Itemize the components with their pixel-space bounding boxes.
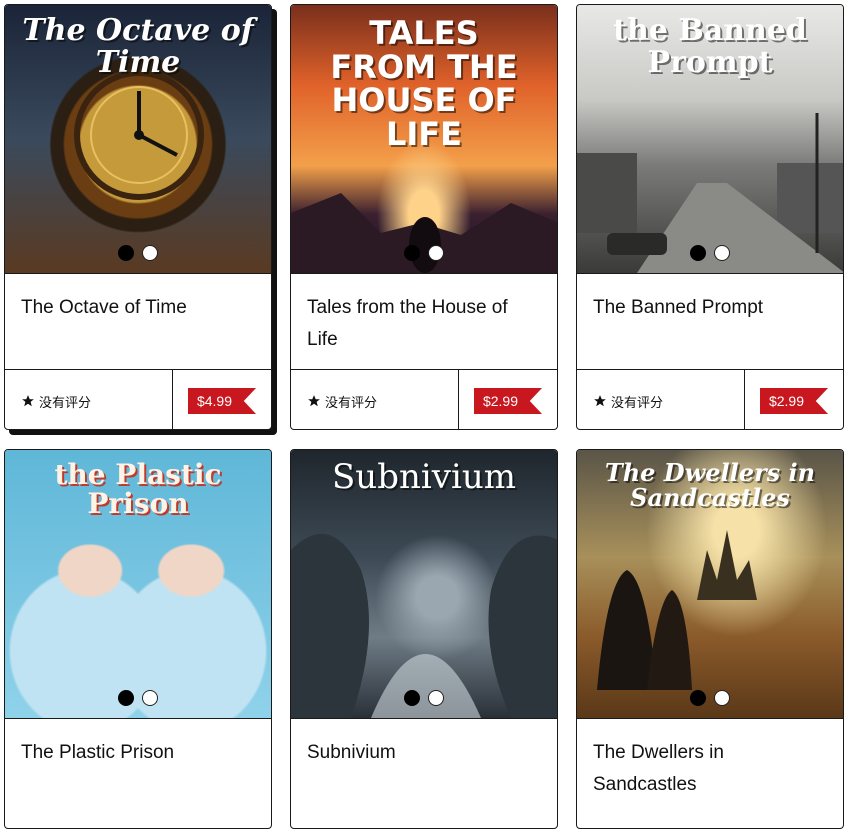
- star-icon: [594, 395, 606, 407]
- book-title[interactable]: The Plastic Prison: [21, 737, 255, 769]
- title-area: Subnivium: [291, 719, 557, 815]
- carousel-dot[interactable]: [690, 690, 706, 706]
- rating-text: 没有评分: [325, 395, 378, 411]
- carousel-dot[interactable]: [428, 690, 444, 706]
- book-title[interactable]: The Octave of Time: [21, 292, 255, 324]
- carousel-dots: [5, 690, 271, 706]
- book-title[interactable]: Tales from the House of Life: [307, 292, 541, 356]
- book-cover[interactable]: The Dwellers in Sandcastles: [577, 450, 843, 719]
- carousel-dot[interactable]: [690, 245, 706, 261]
- book-cover[interactable]: The Octave of Time: [5, 5, 271, 274]
- price-tag[interactable]: $4.99: [187, 388, 257, 414]
- rating: 没有评分: [291, 370, 459, 429]
- price-cell: $2.99: [745, 370, 843, 429]
- title-area: Tales from the House of Life: [291, 274, 557, 370]
- book-cover[interactable]: TALES FROM THE HOUSE OF LIFE: [291, 5, 557, 274]
- sandcastle-scene: [597, 530, 757, 690]
- carousel-dots: [577, 245, 843, 261]
- rating-text: 没有评分: [39, 395, 92, 411]
- card-footer: 没有评分 $2.99: [577, 370, 843, 429]
- price-tag[interactable]: $2.99: [473, 388, 543, 414]
- carousel-dots: [291, 245, 557, 261]
- carousel-dot[interactable]: [142, 245, 158, 261]
- star-icon: [308, 395, 320, 407]
- book-card[interactable]: TALES FROM THE HOUSE OF LIFE Tales from …: [290, 4, 558, 430]
- book-cover[interactable]: the Banned Prompt: [577, 5, 843, 274]
- title-area: The Dwellers in Sandcastles: [577, 719, 843, 815]
- carousel-dot[interactable]: [714, 245, 730, 261]
- title-area: The Banned Prompt: [577, 274, 843, 370]
- price-cell: $2.99: [459, 370, 557, 429]
- cover-title: TALES FROM THE HOUSE OF LIFE: [330, 14, 518, 153]
- carousel-dot[interactable]: [404, 690, 420, 706]
- carousel-dot[interactable]: [428, 245, 444, 261]
- cover-title: The Octave of Time: [22, 13, 254, 80]
- clock-icon: [74, 70, 204, 200]
- book-cover[interactable]: the Plastic Prison: [5, 450, 271, 719]
- carousel-dot[interactable]: [714, 690, 730, 706]
- title-area: The Plastic Prison: [5, 719, 271, 815]
- carousel-dot[interactable]: [118, 690, 134, 706]
- book-title[interactable]: The Dwellers in Sandcastles: [593, 737, 827, 801]
- card-footer: 没有评分 $2.99: [291, 370, 557, 429]
- carousel-dots: [291, 690, 557, 706]
- book-card[interactable]: Subnivium Subnivium: [290, 449, 558, 829]
- carousel-dots: [5, 245, 271, 261]
- cover-title: Subnivium: [332, 457, 516, 497]
- price-cell: $4.99: [173, 370, 271, 429]
- title-area: The Octave of Time: [5, 274, 271, 370]
- cover-title: The Dwellers in Sandcastles: [604, 458, 816, 513]
- star-icon: [22, 395, 34, 407]
- carousel-dots: [577, 690, 843, 706]
- carousel-dot[interactable]: [118, 245, 134, 261]
- rating: 没有评分: [5, 370, 173, 429]
- book-title[interactable]: The Banned Prompt: [593, 292, 827, 324]
- ice-cavern: [291, 534, 557, 718]
- book-card[interactable]: the Plastic Prison The Plastic Prison: [4, 449, 272, 829]
- carousel-dot[interactable]: [142, 690, 158, 706]
- price-tag[interactable]: $2.99: [759, 388, 829, 414]
- cover-title: the Banned Prompt: [613, 13, 807, 80]
- carousel-dot[interactable]: [404, 245, 420, 261]
- card-footer: 没有评分 $4.99: [5, 370, 271, 429]
- cover-title: the Plastic Prison: [54, 458, 222, 521]
- book-cover[interactable]: Subnivium: [291, 450, 557, 719]
- book-card[interactable]: the Banned Prompt The Banned Prompt 没有评分…: [576, 4, 844, 430]
- rating-text: 没有评分: [611, 395, 664, 411]
- book-title[interactable]: Subnivium: [307, 737, 541, 769]
- book-card[interactable]: The Octave of Time The Octave of Time 没有…: [4, 4, 272, 430]
- book-card[interactable]: The Dwellers in Sandcastles The Dwellers…: [576, 449, 844, 829]
- rating: 没有评分: [577, 370, 745, 429]
